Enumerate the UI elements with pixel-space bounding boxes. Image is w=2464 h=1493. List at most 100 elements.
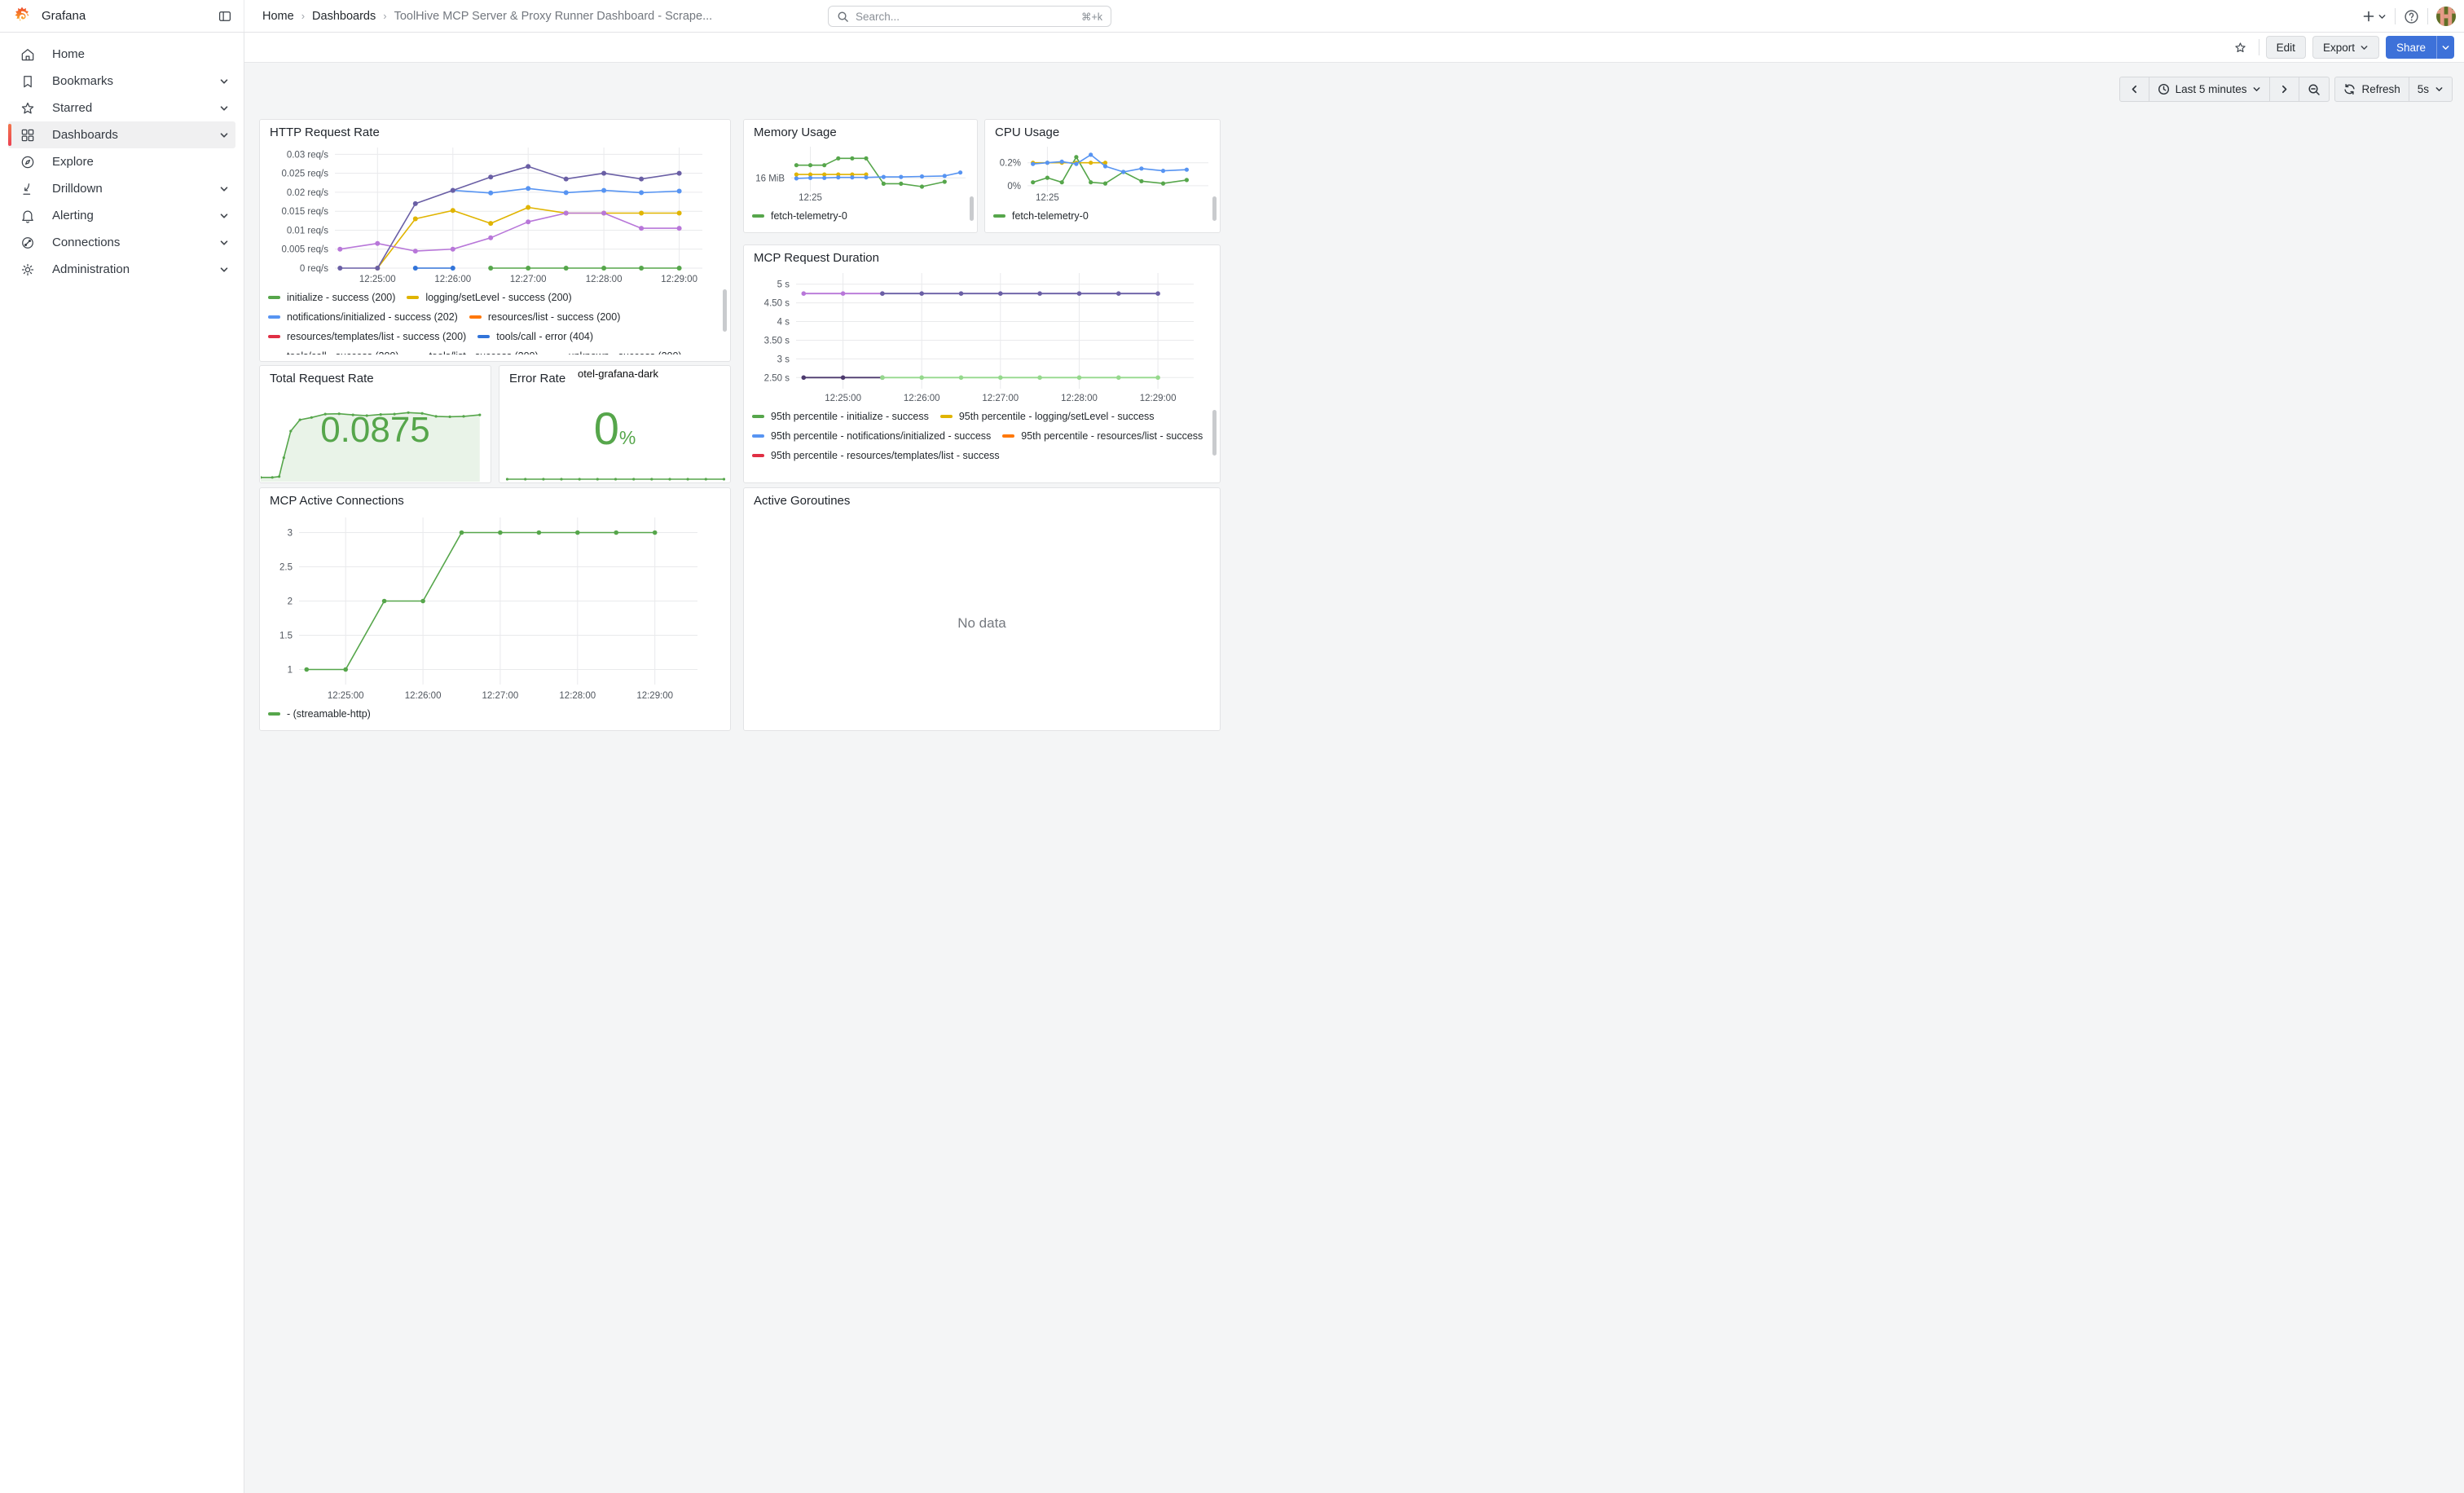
export-label: Export xyxy=(2323,42,2355,54)
legend-item[interactable]: tools/call - success (200) xyxy=(268,346,399,355)
sidebar-item-bookmarks[interactable]: Bookmarks xyxy=(8,68,235,95)
help-button[interactable] xyxy=(2404,9,2419,24)
legend-item[interactable]: 95th percentile - logging/setLevel - suc… xyxy=(940,407,1155,426)
chevron-down-icon xyxy=(2252,85,2261,94)
sidebar-item-home[interactable]: Home xyxy=(8,41,235,68)
chart-legend: fetch-telemetry-0 xyxy=(993,206,1212,226)
sidebar-item-starred[interactable]: Starred xyxy=(8,95,235,121)
legend-scrollbar[interactable] xyxy=(970,196,974,221)
share-button[interactable]: Share xyxy=(2386,36,2436,59)
stat-value: 0% xyxy=(499,402,730,455)
chart-legend: - (streamable-http) xyxy=(268,704,722,724)
panel-mcp-active-connections: MCP Active Connections 12:25:0012:26:001… xyxy=(259,487,731,731)
legend-scrollbar[interactable] xyxy=(1212,410,1217,456)
svg-text:0.2%: 0.2% xyxy=(1000,159,1021,169)
memory-usage-chart[interactable]: 12:2516 MiB xyxy=(750,143,972,205)
legend-scrollbar[interactable] xyxy=(723,289,727,332)
legend-item[interactable]: fetch-telemetry-0 xyxy=(752,206,847,226)
sidebar-item-label: Bookmarks xyxy=(52,74,113,88)
svg-text:0.02 req/s: 0.02 req/s xyxy=(287,188,328,198)
breadcrumb-separator: › xyxy=(383,10,386,22)
breadcrumb-item[interactable]: Dashboards xyxy=(312,10,376,23)
export-button[interactable]: Export xyxy=(2312,36,2379,59)
svg-text:0.03 req/s: 0.03 req/s xyxy=(287,150,328,160)
chevron-down-icon xyxy=(2360,43,2369,52)
error-value: 0 xyxy=(594,403,619,454)
sidebar-item-connections[interactable]: Connections xyxy=(8,229,235,256)
panel-error-rate: Error Rate otel-grafana-dark 0% xyxy=(499,365,731,483)
legend-swatch xyxy=(752,415,764,418)
legend-item[interactable]: notifications/initialized - success (202… xyxy=(268,307,458,327)
sidebar-item-alerting[interactable]: Alerting xyxy=(8,202,235,229)
panel-title[interactable]: Total Request Rate xyxy=(260,366,491,385)
panel-title[interactable]: MCP Active Connections xyxy=(260,488,730,508)
svg-text:12:28:00: 12:28:00 xyxy=(586,275,623,284)
dashboard-canvas: Last 5 minutes xyxy=(244,63,2464,1493)
sidebar-collapse-icon[interactable] xyxy=(218,9,232,24)
legend-label: 95th percentile - initialize - success xyxy=(771,411,929,422)
legend-item[interactable]: 95th percentile - resources/list - succe… xyxy=(1002,426,1203,446)
breadcrumb-item: ToolHive MCP Server & Proxy Runner Dashb… xyxy=(394,10,713,23)
legend-item[interactable]: 95th percentile - resources/templates/li… xyxy=(752,446,1000,465)
http-request-rate-chart[interactable]: 12:25:0012:26:0012:27:0012:28:0012:29:00… xyxy=(266,143,725,286)
time-shift-back-button[interactable] xyxy=(2119,77,2149,102)
panel-memory-usage: Memory Usage 12:2516 MiB fetch-telemetry… xyxy=(743,119,978,233)
favorite-star-button[interactable] xyxy=(2229,36,2252,59)
chevron-down-icon[interactable] xyxy=(219,211,229,221)
panel-total-request-rate: Total Request Rate 0.0875 xyxy=(259,365,491,483)
svg-text:16 MiB: 16 MiB xyxy=(755,174,785,183)
mcp-active-connections-chart[interactable]: 12:25:0012:26:0012:27:0012:28:0012:29:00… xyxy=(266,511,725,702)
grafana-logo-icon[interactable] xyxy=(11,6,33,27)
legend-item[interactable]: resources/templates/list - success (200) xyxy=(268,327,466,346)
svg-text:12:29:00: 12:29:00 xyxy=(1140,394,1177,403)
svg-text:1.5: 1.5 xyxy=(279,632,293,641)
panel-title[interactable]: Memory Usage xyxy=(744,120,977,139)
legend-item[interactable]: resources/list - success (200) xyxy=(469,307,621,327)
legend-scrollbar[interactable] xyxy=(1212,196,1217,221)
error-unit: % xyxy=(619,427,636,448)
dashboard-toolbar: Edit Export Share xyxy=(244,33,2464,63)
legend-item[interactable]: fetch-telemetry-0 xyxy=(993,206,1089,226)
legend-item[interactable]: 95th percentile - initialize - success xyxy=(752,407,929,426)
chevron-down-icon[interactable] xyxy=(219,238,229,248)
legend-item[interactable]: initialize - success (200) xyxy=(268,288,395,307)
panel-title[interactable]: CPU Usage xyxy=(985,120,1220,139)
sidebar-item-dashboards[interactable]: Dashboards xyxy=(8,121,235,148)
search-input[interactable] xyxy=(856,11,1081,23)
legend-item[interactable]: 95th percentile - notifications/initiali… xyxy=(752,426,991,446)
panel-title[interactable]: HTTP Request Rate xyxy=(260,120,730,139)
chevron-down-icon[interactable] xyxy=(219,103,229,113)
legend-item[interactable]: - (streamable-http) xyxy=(268,704,371,724)
refresh-interval-picker[interactable]: 5s xyxy=(2409,77,2453,102)
legend-item[interactable]: tools/list - success (200) xyxy=(411,346,539,355)
search-box[interactable]: ⌘+k xyxy=(828,6,1111,27)
zoom-out-button[interactable] xyxy=(2299,77,2330,102)
legend-item[interactable]: logging/setLevel - success (200) xyxy=(407,288,571,307)
sidebar-item-label: Starred xyxy=(52,101,92,115)
avatar[interactable] xyxy=(2436,7,2456,26)
sidebar-item-drilldown[interactable]: Drilldown xyxy=(8,175,235,202)
time-shift-forward-button[interactable] xyxy=(2269,77,2299,102)
panel-cpu-usage: CPU Usage 12:250.2%0% fetch-telemetry-0 xyxy=(984,119,1221,233)
breadcrumb-item[interactable]: Home xyxy=(262,10,294,23)
share-menu-button[interactable] xyxy=(2436,36,2454,59)
refresh-icon xyxy=(2343,83,2356,95)
chevron-down-icon[interactable] xyxy=(219,77,229,86)
chevron-down-icon[interactable] xyxy=(219,130,229,140)
legend-item[interactable]: unknown - success (200) xyxy=(550,346,682,355)
chevron-down-icon[interactable] xyxy=(219,184,229,194)
sidebar-item-administration[interactable]: Administration xyxy=(8,256,235,283)
edit-button[interactable]: Edit xyxy=(2266,36,2306,59)
sidebar-item-label: Explore xyxy=(52,155,94,169)
refresh-button[interactable]: Refresh xyxy=(2334,77,2409,102)
time-range-picker[interactable]: Last 5 minutes xyxy=(2149,77,2271,102)
svg-text:2.5: 2.5 xyxy=(279,563,293,573)
legend-item[interactable]: tools/call - error (404) xyxy=(477,327,593,346)
mcp-request-duration-chart[interactable]: 12:25:0012:26:0012:27:0012:28:0012:29:00… xyxy=(750,268,1215,405)
panel-title[interactable]: MCP Request Duration xyxy=(744,245,1220,265)
sidebar-item-explore[interactable]: Explore xyxy=(8,148,235,175)
add-new-button[interactable] xyxy=(2362,10,2387,23)
cpu-usage-chart[interactable]: 12:250.2%0% xyxy=(992,143,1215,205)
legend-swatch xyxy=(752,454,764,457)
chevron-down-icon[interactable] xyxy=(219,265,229,275)
